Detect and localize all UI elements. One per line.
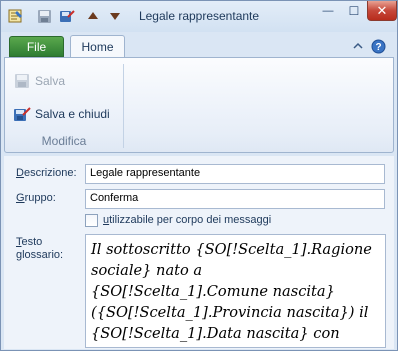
message-body-checkbox-label: utilizzabile per corpo dei messaggi — [103, 214, 272, 226]
close-icon: ✕ — [376, 2, 388, 18]
chevron-up-icon — [353, 42, 363, 49]
move-up-icon[interactable] — [84, 7, 102, 25]
ribbon-tabs: File Home ? — [1, 33, 397, 58]
app-icon[interactable] — [7, 7, 25, 25]
minimize-icon: — — [322, 5, 334, 17]
save-and-close-button[interactable]: Salva e chiudi — [13, 103, 110, 125]
tab-file[interactable]: File — [9, 36, 64, 57]
group-field[interactable]: Conferma — [85, 189, 385, 209]
save-close-icon[interactable] — [58, 7, 76, 25]
ribbon-panel: Salva Salva e chiudi Modifica — [4, 57, 394, 153]
glossary-text-label: Testo glossario: — [16, 236, 64, 261]
message-body-checkbox-row[interactable]: utilizzabile per corpo dei messaggi — [85, 212, 271, 228]
ribbon-group-separator — [123, 64, 124, 148]
close-button[interactable]: ✕ — [367, 1, 397, 21]
help-icon: ? — [371, 39, 385, 53]
ribbon-group-label: Modifica — [41, 134, 87, 148]
minimize-ribbon-button[interactable] — [350, 38, 366, 54]
tab-home[interactable]: Home — [70, 35, 125, 58]
title-bar: Legale rappresentante — ☐ ✕ — [1, 1, 397, 32]
svg-text:?: ? — [375, 42, 381, 53]
save-icon[interactable] — [35, 7, 53, 25]
glossary-entry-window: Legale rappresentante — ☐ ✕ File Home ? — [0, 0, 398, 351]
save-label: Salva — [35, 74, 66, 88]
glossary-textarea[interactable]: Il sottoscritto {SO[!Scelta_1].Ragione s… — [85, 234, 386, 348]
move-down-icon[interactable] — [106, 7, 124, 25]
message-body-checkbox[interactable] — [85, 213, 98, 227]
description-field[interactable]: Legale rappresentante — [85, 164, 385, 184]
form-area: Descrizione: Legale rappresentante Grupp… — [4, 156, 394, 349]
save-button[interactable]: Salva — [13, 70, 65, 92]
description-label: Descrizione: — [16, 167, 77, 179]
help-button[interactable]: ? — [370, 38, 386, 54]
save-close-label: Salva e chiudi — [35, 107, 110, 121]
save-icon — [15, 74, 29, 88]
maximize-button[interactable]: ☐ — [341, 1, 367, 21]
maximize-icon: ☐ — [348, 4, 360, 18]
minimize-button[interactable]: — — [315, 1, 341, 21]
group-label: Gruppo: — [16, 192, 56, 204]
save-close-icon — [14, 107, 31, 121]
